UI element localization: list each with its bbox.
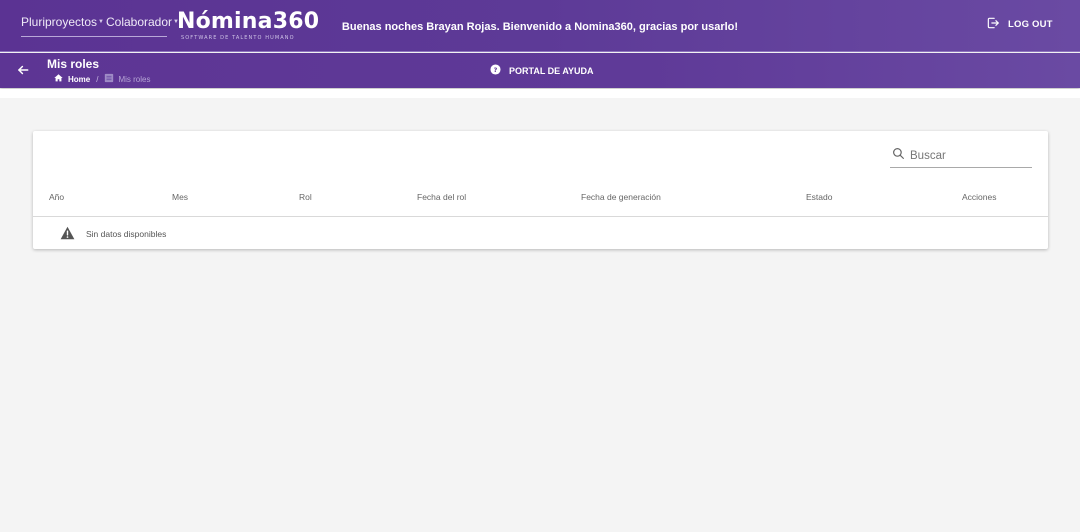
help-portal-link[interactable]: ? PORTAL DE AYUDA (490, 64, 594, 77)
column-header-anio[interactable]: Año (49, 186, 64, 217)
logout-label: LOG OUT (1008, 18, 1053, 30)
svg-text:?: ? (494, 66, 498, 74)
page-title: Mis roles (47, 57, 100, 71)
column-header-fecha-del-rol[interactable]: Fecha del rol (417, 186, 466, 217)
home-icon (53, 73, 64, 85)
table-header: Año Mes Rol Fecha del rol Fecha de gener… (33, 186, 1048, 217)
column-header-mes[interactable]: Mes (172, 186, 188, 217)
help-icon: ? (490, 64, 501, 77)
logo-tagline: SOFTWARE DE TALENTO HUMANO (181, 35, 295, 41)
breadcrumb: Home / Mis roles (53, 73, 150, 85)
warning-icon (44, 226, 75, 242)
column-header-acciones: Acciones (962, 192, 997, 202)
logout-icon (986, 16, 1000, 33)
welcome-message: Buenas noches Brayan Rojas. Bienvenido a… (341, 21, 739, 33)
breadcrumb-home[interactable]: Home (68, 75, 90, 84)
back-arrow-icon[interactable] (16, 63, 30, 77)
column-header-estado[interactable]: Estado (806, 186, 832, 217)
content-top-strip (0, 89, 1080, 98)
empty-state-message: Sin datos disponibles (86, 228, 167, 239)
top-bar: Pluriproyectos ▼ Colaborador ▼ Nómina360… (0, 0, 1080, 52)
breadcrumb-current: Mis roles (118, 74, 151, 84)
logout-button[interactable]: LOG OUT (986, 15, 1053, 33)
list-icon (104, 73, 114, 85)
sub-header: Mis roles Home / Mis roles ? PORTAL DE A… (0, 53, 1080, 88)
column-header-rol[interactable]: Rol (299, 186, 312, 217)
search-input[interactable] (910, 149, 1020, 162)
search-icon (890, 147, 905, 165)
column-header-fecha-de-generacion[interactable]: Fecha de generación (581, 186, 661, 217)
roles-table-card: Año Mes Rol Fecha del rol Fecha de gener… (33, 131, 1048, 249)
breadcrumb-separator: / (96, 74, 99, 84)
help-portal-label: PORTAL DE AYUDA (509, 65, 594, 76)
search-field[interactable] (890, 144, 1032, 168)
empty-state-row: Sin datos disponibles (33, 218, 1048, 249)
